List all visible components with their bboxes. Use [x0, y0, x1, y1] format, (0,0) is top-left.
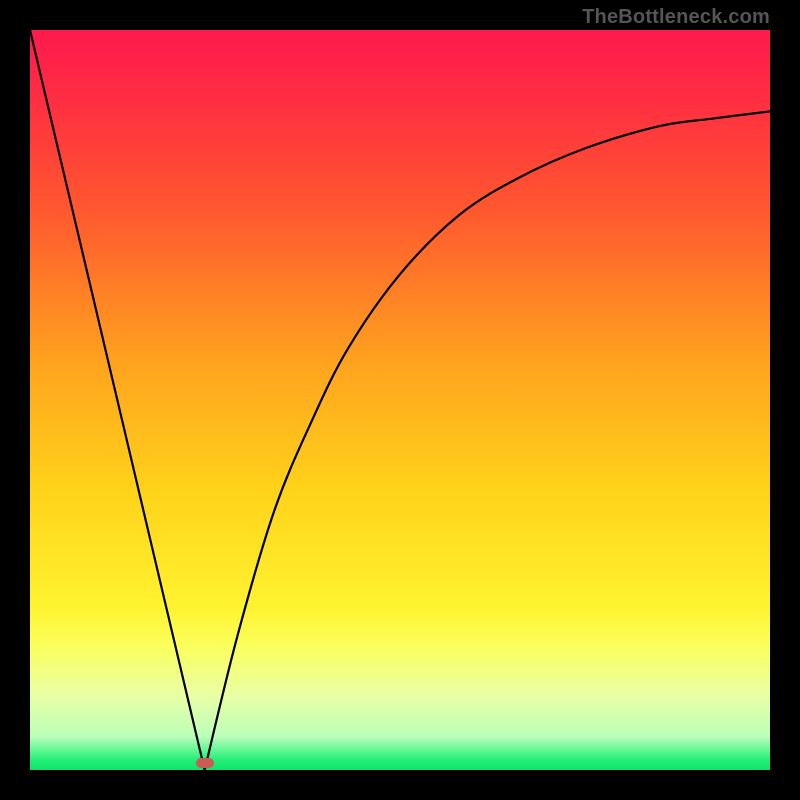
watermark-text: TheBottleneck.com: [582, 6, 770, 29]
plot-area: [30, 30, 770, 770]
bottleneck-curve: [30, 30, 770, 770]
minimum-marker: [196, 758, 214, 768]
